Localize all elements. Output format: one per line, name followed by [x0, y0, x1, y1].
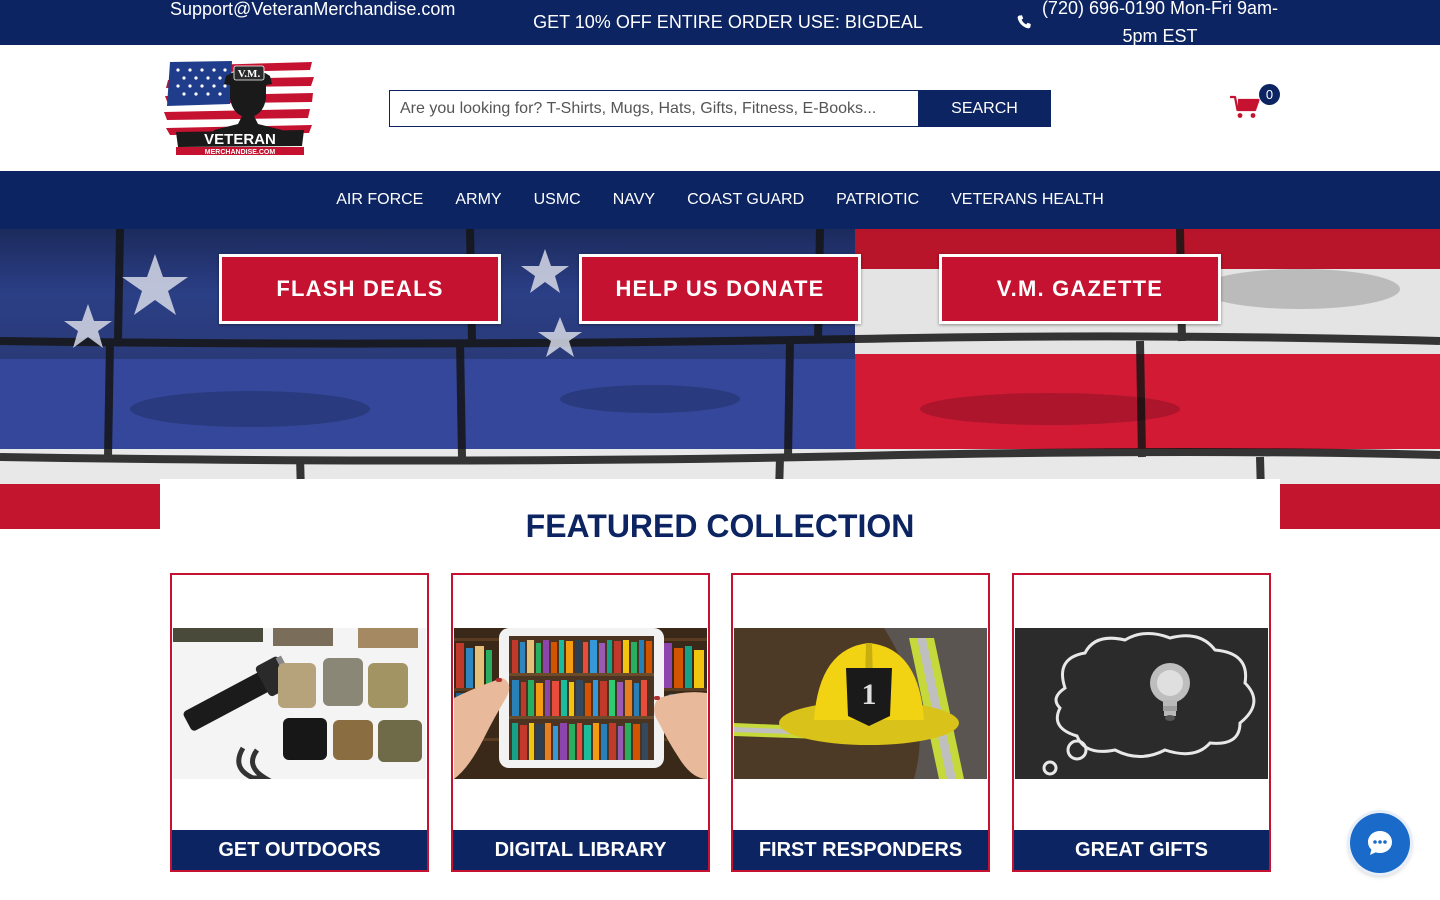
collection-label: GET OUTDOORS	[172, 830, 427, 870]
logo-badge-text: V.M.	[238, 68, 261, 80]
flash-deals-button[interactable]: FLASH DEALS	[219, 254, 501, 324]
logo-brand-text: VETERAN	[204, 131, 276, 148]
nav-item-veterans-health[interactable]: VETERANS HEALTH	[951, 191, 1104, 209]
phone-icon	[1017, 15, 1031, 29]
nav-item-usmc[interactable]: USMC	[534, 191, 581, 209]
search-button[interactable]: SEARCH	[918, 90, 1051, 127]
collection-card-first-responders[interactable]: 1 FIRST RESPONDERS	[731, 573, 990, 872]
phone-number-link[interactable]: (720) 696-0190 Mon-Fri 9am-5pm EST	[1040, 0, 1280, 50]
featured-collection-section: FEATURED COLLECTION GET OUTDOORS DIGITAL…	[160, 479, 1280, 900]
nav-item-navy[interactable]: NAVY	[613, 191, 655, 209]
firefighter-helmet-image: 1	[734, 628, 987, 779]
logo-sub-text: MERCHANDISE.COM	[205, 149, 276, 156]
nav-item-air-force[interactable]: AIR FORCE	[336, 191, 423, 209]
svg-text:1: 1	[862, 678, 877, 711]
cart-button[interactable]: 0	[1230, 84, 1284, 125]
collection-label: DIGITAL LIBRARY	[453, 830, 708, 870]
help-us-donate-button[interactable]: HELP US DONATE	[579, 254, 861, 324]
veteran-merchandise-logo[interactable]: V.M. VETERAN MERCHANDISE.COM	[162, 58, 317, 156]
collection-card-get-outdoors[interactable]: GET OUTDOORS	[170, 573, 429, 872]
collection-label: FIRST RESPONDERS	[733, 830, 988, 870]
cart-count-badge: 0	[1259, 84, 1280, 105]
lightbulb-chalkboard-image	[1015, 628, 1268, 779]
collection-card-digital-library[interactable]: DIGITAL LIBRARY	[451, 573, 710, 872]
nav-item-coast-guard[interactable]: COAST GUARD	[687, 191, 804, 209]
nav-item-army[interactable]: ARMY	[455, 191, 501, 209]
nav-item-patriotic[interactable]: PATRIOTIC	[836, 191, 919, 209]
featured-collection-title: FEATURED COLLECTION	[525, 508, 915, 544]
main-navigation: AIR FORCE ARMY USMC NAVY COAST GUARD PAT…	[0, 171, 1440, 229]
vm-gazette-button[interactable]: V.M. GAZETTE	[939, 254, 1221, 324]
outdoor-gear-image	[173, 628, 426, 779]
cart-icon	[1230, 95, 1260, 118]
live-chat-button[interactable]	[1350, 813, 1410, 873]
collection-card-great-gifts[interactable]: GREAT GIFTS	[1012, 573, 1271, 872]
site-header: V.M. VETERAN MERCHANDISE.COM SEARCH 0	[0, 45, 1440, 171]
top-announcement-bar: Support@VeteranMerchandise.com GET 10% O…	[0, 0, 1440, 46]
search-input[interactable]	[389, 90, 919, 127]
collection-label: GREAT GIFTS	[1014, 830, 1269, 870]
chat-bubble-icon	[1368, 831, 1392, 855]
tablet-bookshelf-image	[454, 628, 707, 779]
